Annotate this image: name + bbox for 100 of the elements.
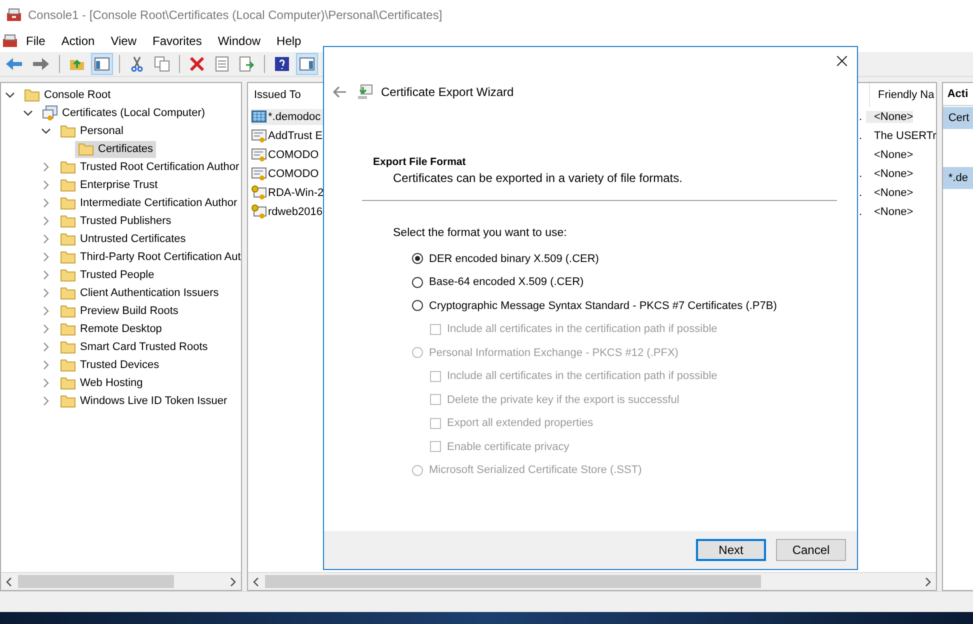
tree-item[interactable]: Personal [80, 125, 124, 137]
tree-item[interactable]: Trusted People [80, 269, 154, 281]
tree-item[interactable]: Intermediate Certification Author [80, 197, 238, 209]
tree-item[interactable]: Third-Party Root Certification Aut [80, 251, 241, 263]
chevron-right-icon[interactable] [41, 270, 51, 280]
tree-item[interactable]: Web Hosting [80, 377, 143, 389]
menu-item[interactable]: Favorites [144, 34, 210, 48]
chevron-right-icon[interactable] [41, 216, 51, 226]
chevron-right-icon[interactable] [41, 252, 51, 262]
table-cell: . [858, 186, 862, 198]
folder-icon [60, 195, 76, 211]
console-tree-icon[interactable] [92, 54, 112, 74]
menu-item[interactable]: Action [53, 34, 103, 48]
folder-icon [60, 213, 76, 229]
folder-icon [60, 231, 76, 247]
table-cell-text: <None> [873, 206, 914, 218]
action-section-header[interactable]: *.de [943, 167, 973, 189]
tree-item[interactable]: Certificates (Local Computer) [62, 107, 206, 119]
radio-button[interactable] [412, 276, 423, 288]
certificate-icon [251, 166, 267, 182]
window-title: Console1 - [Console Root\Certificates (Local Computer)\Personal\Certificates] [28, 8, 442, 22]
tree-item[interactable]: Client Authentication Issuers [80, 287, 219, 299]
certificate-icon [251, 146, 267, 162]
column-header[interactable]: Friendly Na [869, 83, 934, 107]
tree-item[interactable]: Enterprise Trust [80, 179, 158, 191]
table-cell: . [858, 130, 862, 142]
key-certificate-icon [251, 204, 267, 220]
tree-item[interactable]: Preview Build Roots [80, 305, 178, 317]
certificate-icon [251, 108, 267, 124]
table-cell-text: The USERTr [873, 130, 936, 142]
table-cell-text: <None> [873, 148, 914, 160]
option-label: Enable certificate privacy [447, 440, 570, 453]
folder-icon [60, 267, 76, 283]
folder-icon [60, 321, 76, 337]
menu-item[interactable]: Help [268, 34, 310, 48]
horizontal-scrollbar[interactable] [1, 572, 241, 590]
chevron-right-icon[interactable] [41, 288, 51, 298]
copy-icon[interactable] [152, 54, 172, 74]
menu-item[interactable]: View [102, 34, 144, 48]
back-arrow-icon[interactable] [333, 86, 347, 98]
folder-icon [78, 141, 94, 157]
tree-item[interactable]: Untrusted Certificates [80, 233, 186, 245]
folder-icon [60, 339, 76, 355]
menu-item[interactable]: File [18, 34, 54, 48]
tree-item[interactable]: Remote Desktop [80, 323, 162, 335]
export-list-icon[interactable] [237, 54, 257, 74]
option-label: Personal Information Exchange - PKCS #12 (.PFX) [429, 346, 678, 359]
chevron-right-icon[interactable] [41, 360, 51, 370]
table-cell: rdweb2016 [268, 206, 322, 218]
folder-icon [60, 375, 76, 391]
folder-icon [60, 249, 76, 265]
option-label: Include all certificates in the certification path if possible [447, 370, 718, 382]
action-pane-icon[interactable] [297, 54, 317, 74]
chevron-right-icon[interactable] [41, 324, 51, 334]
delete-icon[interactable] [187, 54, 207, 74]
chevron-down-icon[interactable] [5, 90, 15, 100]
chevron-right-icon[interactable] [41, 342, 51, 352]
dialog-title: Certificate Export Wizard [381, 85, 514, 99]
tree-item[interactable]: Trusted Devices [80, 359, 160, 371]
close-icon[interactable] [837, 56, 847, 66]
horizontal-scrollbar[interactable] [248, 572, 936, 590]
dialog-button[interactable]: Cancel [776, 539, 846, 561]
tree-item[interactable]: Smart Card Trusted Roots [80, 341, 208, 353]
folder-icon [24, 87, 40, 103]
prompt-text: Select the format you want to use: [393, 227, 568, 239]
chevron-down-icon[interactable] [41, 126, 51, 136]
folder-icon [60, 285, 76, 301]
tree-item[interactable]: Windows Live ID Token Issuer [80, 395, 228, 407]
chevron-right-icon[interactable] [41, 306, 51, 316]
chevron-right-icon[interactable] [41, 180, 51, 190]
chevron-right-icon[interactable] [41, 378, 51, 388]
help-icon[interactable] [272, 54, 292, 74]
table-cell: COMODO [268, 148, 319, 160]
table-cell: . [858, 206, 862, 218]
toolbox-icon[interactable] [2, 33, 18, 49]
section-description: Certificates can be exported in a variety of file formats. [393, 171, 684, 185]
tree-item[interactable]: Trusted Publishers [80, 215, 172, 227]
radio-button[interactable] [412, 300, 423, 312]
chevron-right-icon[interactable] [41, 396, 51, 406]
toolbox-icon [6, 7, 22, 23]
table-cell: . [858, 168, 862, 180]
tree-item[interactable]: Console Root [44, 89, 111, 101]
key-certificate-icon [251, 184, 267, 200]
dialog-button[interactable]: Next [696, 539, 766, 561]
folder-icon [60, 393, 76, 409]
folder-icon [60, 303, 76, 319]
radio-button[interactable] [412, 253, 423, 264]
option-label: Export all extended properties [447, 417, 594, 430]
pane-header: Acti [943, 83, 973, 106]
chevron-right-icon[interactable] [41, 162, 51, 172]
table-cell-text: <None> [873, 186, 914, 198]
certificate-icon [251, 128, 267, 144]
tree-item[interactable]: Trusted Root Certification Author [80, 161, 240, 173]
table-cell: RDA-Win-2 [268, 186, 324, 198]
chevron-right-icon[interactable] [41, 198, 51, 208]
option-label: Delete the private key if the export is successful [447, 394, 680, 406]
chevron-right-icon[interactable] [41, 234, 51, 244]
menu-item[interactable]: Window [210, 34, 269, 48]
action-section-header[interactable]: Cert [943, 107, 973, 129]
chevron-down-icon[interactable] [23, 108, 33, 118]
